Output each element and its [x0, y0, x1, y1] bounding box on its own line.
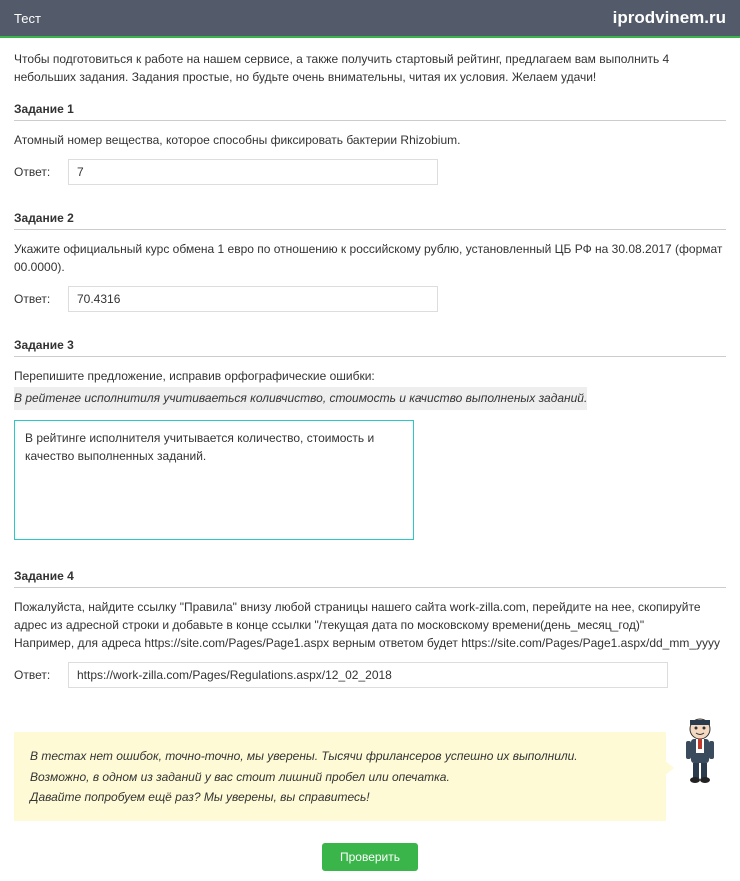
task-question: Атомный номер вещества, которое способны… [14, 131, 726, 149]
answer-input-1[interactable] [68, 159, 438, 185]
task-title: Задание 3 [14, 338, 726, 357]
answer-input-4[interactable] [68, 662, 668, 688]
answer-row: Ответ: [14, 662, 726, 688]
intro-text: Чтобы подготовиться к работе на нашем се… [14, 50, 726, 86]
content-area: Чтобы подготовиться к работе на нашем се… [0, 38, 740, 881]
task-4: Задание 4 Пожалуйста, найдите ссылку "Пр… [14, 569, 726, 688]
textarea-wrap [14, 420, 726, 543]
error-line-2: Возможно, в одном из заданий у вас стоит… [30, 767, 650, 787]
submit-row: Проверить [14, 843, 726, 871]
task-title: Задание 4 [14, 569, 726, 588]
mascot-icon [674, 714, 726, 784]
error-line-3: Давайте попробуем ещё раз? Мы уверены, в… [30, 787, 650, 807]
task-question: Перепишите предложение, исправив орфогра… [14, 367, 726, 410]
task-title: Задание 1 [14, 102, 726, 121]
task-question-text: Перепишите предложение, исправив орфогра… [14, 369, 375, 383]
page-header: Тест iprodvinem.ru [0, 0, 740, 38]
submit-button[interactable]: Проверить [322, 843, 418, 871]
task-3: Задание 3 Перепишите предложение, исправ… [14, 338, 726, 543]
task-title: Задание 2 [14, 211, 726, 230]
answer-row: Ответ: [14, 286, 726, 312]
task-quote-text: В рейтенге исполнитиля учитиваеться коли… [14, 387, 587, 410]
error-line-1: В тестах нет ошибок, точно-точно, мы уве… [30, 746, 650, 766]
brand-watermark: iprodvinem.ru [613, 8, 726, 28]
page-title: Тест [14, 11, 41, 26]
answer-textarea-3[interactable] [14, 420, 414, 540]
answer-row: Ответ: [14, 159, 726, 185]
error-row: В тестах нет ошибок, точно-точно, мы уве… [14, 714, 726, 831]
task-1: Задание 1 Атомный номер вещества, которо… [14, 102, 726, 185]
task-question: Пожалуйста, найдите ссылку "Правила" вни… [14, 598, 726, 652]
answer-input-2[interactable] [68, 286, 438, 312]
task-2: Задание 2 Укажите официальный курс обмен… [14, 211, 726, 312]
answer-label: Ответ: [14, 165, 56, 179]
answer-label: Ответ: [14, 668, 56, 682]
answer-label: Ответ: [14, 292, 56, 306]
task-question: Укажите официальный курс обмена 1 евро п… [14, 240, 726, 276]
